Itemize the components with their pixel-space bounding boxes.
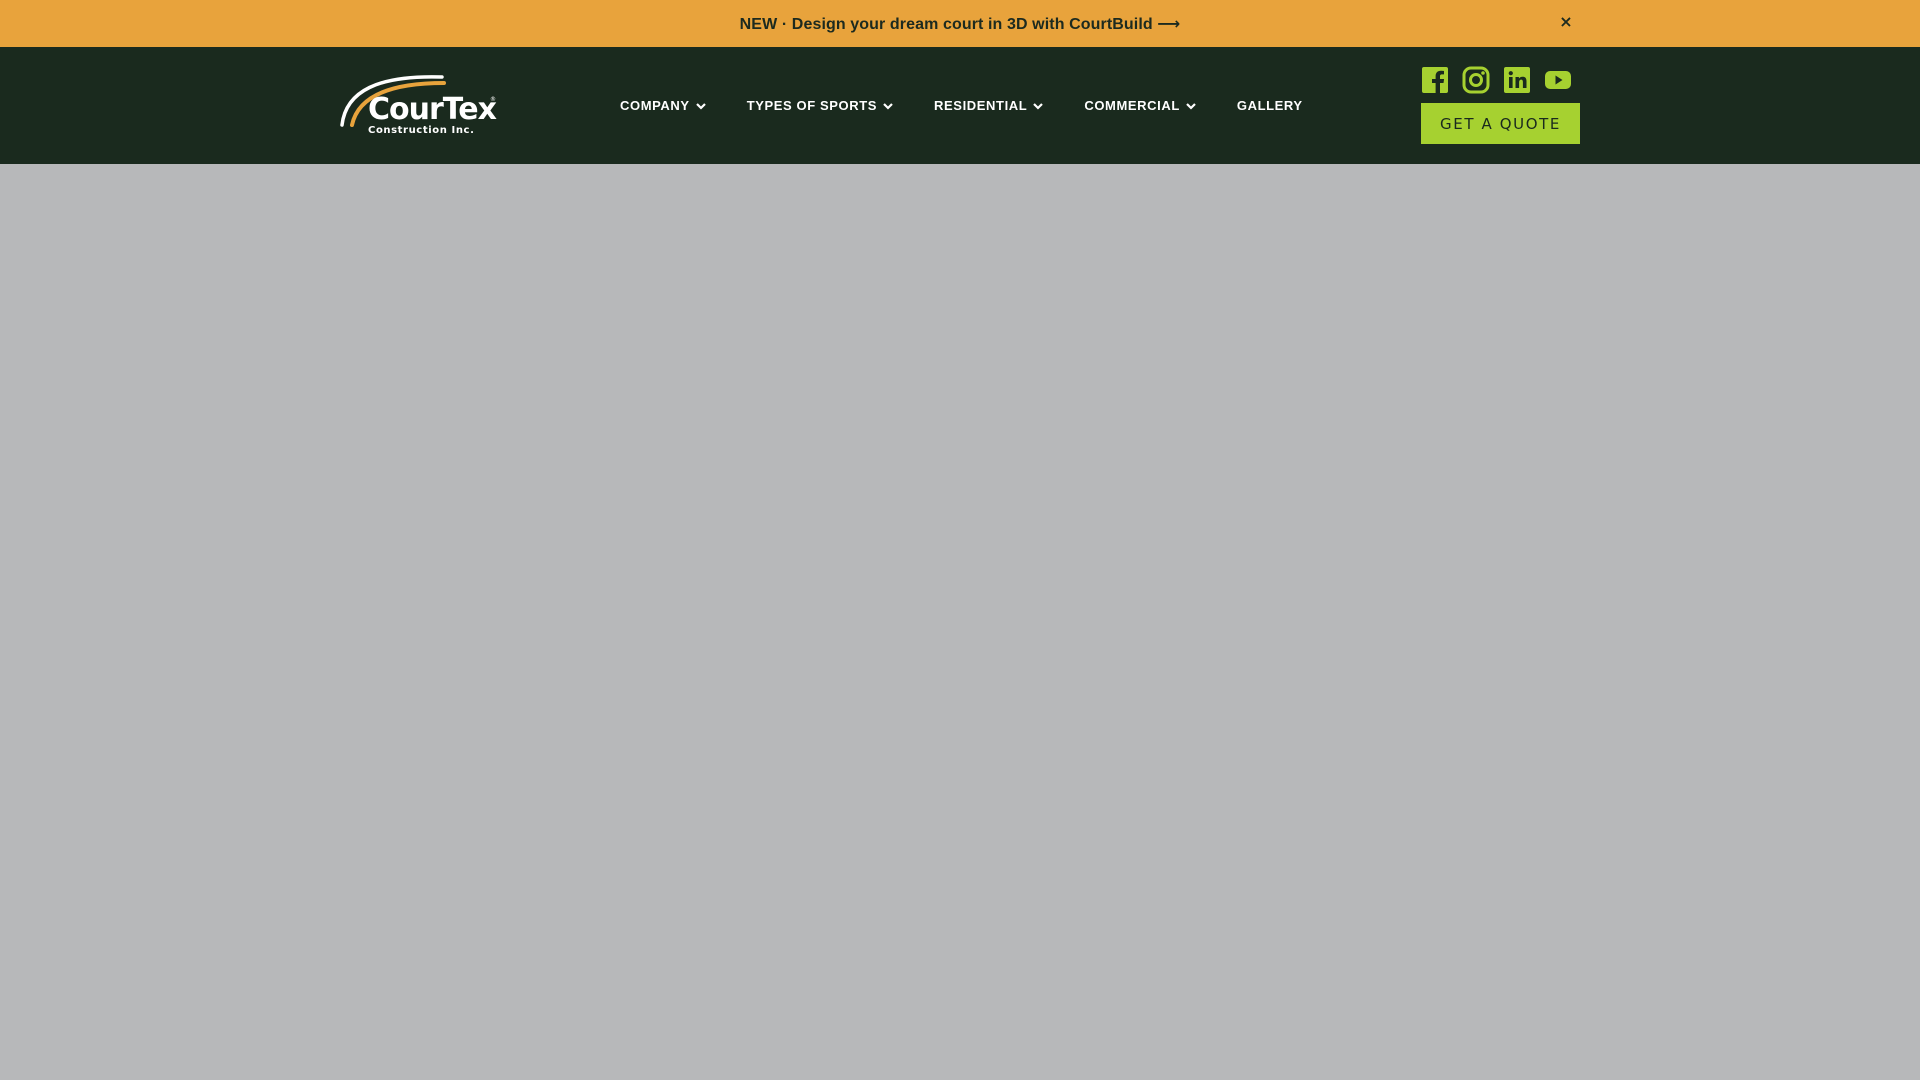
nav-item-types-of-sports[interactable]: TYPES OF SPORTS: [747, 98, 894, 113]
nav-item-commercial[interactable]: COMMERCIAL: [1084, 98, 1197, 113]
nav-item-company[interactable]: COMPANY: [620, 98, 707, 113]
announcement-link[interactable]: NEW · Design your dream court in 3D with…: [740, 14, 1181, 34]
courtex-logo[interactable]: CourTex ® Construction Inc.: [338, 69, 498, 139]
chevron-down-icon: [1033, 102, 1044, 110]
chevron-down-icon: [1186, 102, 1196, 110]
get-a-quote-button[interactable]: GET A QUOTE: [1421, 103, 1580, 144]
youtube-icon[interactable]: [1544, 66, 1572, 94]
announcement-bar: NEW · Design your dream court in 3D with…: [0, 0, 1920, 47]
chevron-down-icon: [883, 102, 893, 110]
main-navigation: COMPANY TYPES OF SPORTS RESIDENTIAL COMM…: [620, 47, 1343, 164]
nav-item-label: GALLERY: [1236, 98, 1303, 113]
logo-name: CourTex: [368, 92, 497, 127]
logo-tagline: Construction Inc.: [368, 125, 474, 136]
linkedin-icon[interactable]: [1503, 66, 1531, 94]
chevron-down-icon: [695, 102, 706, 110]
facebook-icon[interactable]: [1421, 66, 1449, 94]
close-announcement-button[interactable]: ×: [1556, 11, 1576, 33]
hero-area: [0, 164, 1920, 1080]
nav-item-label: TYPES OF SPORTS: [746, 98, 878, 113]
nav-item-residential[interactable]: RESIDENTIAL: [934, 98, 1044, 113]
nav-item-label: COMMERCIAL: [1084, 98, 1180, 113]
site-header: CourTex ® Construction Inc. COMPANY TYPE…: [0, 47, 1920, 164]
nav-item-label: COMPANY: [620, 98, 690, 113]
logo-registered-mark: ®: [490, 96, 496, 103]
nav-item-gallery[interactable]: GALLERY: [1237, 98, 1303, 113]
social-links: [1421, 66, 1585, 94]
nav-item-label: RESIDENTIAL: [934, 98, 1028, 113]
instagram-icon[interactable]: [1462, 66, 1490, 94]
